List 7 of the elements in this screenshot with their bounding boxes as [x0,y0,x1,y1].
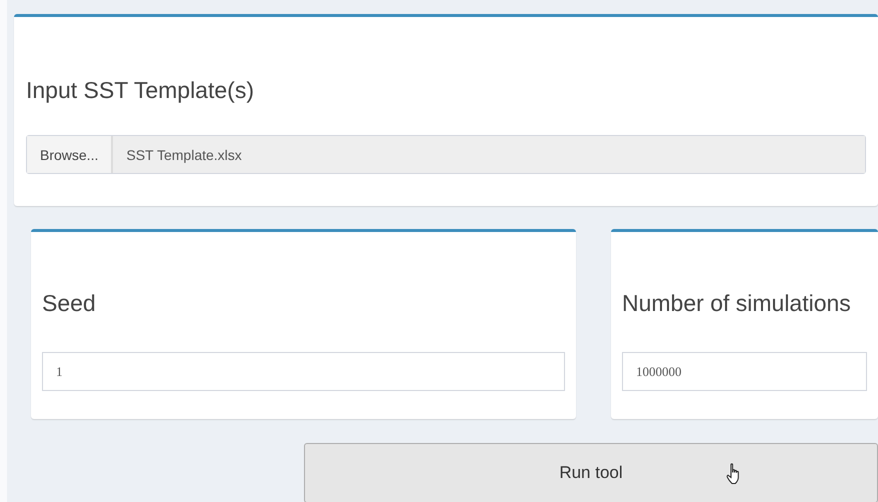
card-title: Input SST Template(s) [26,77,255,104]
card-title: Seed [42,290,97,317]
number-input[interactable]: 1 [42,352,565,391]
run-button[interactable]: Run tool [304,443,878,502]
card-title: Number of simulations [622,290,852,317]
number-input[interactable]: 1000000 [622,352,867,391]
hand-pointer-icon [726,463,742,485]
